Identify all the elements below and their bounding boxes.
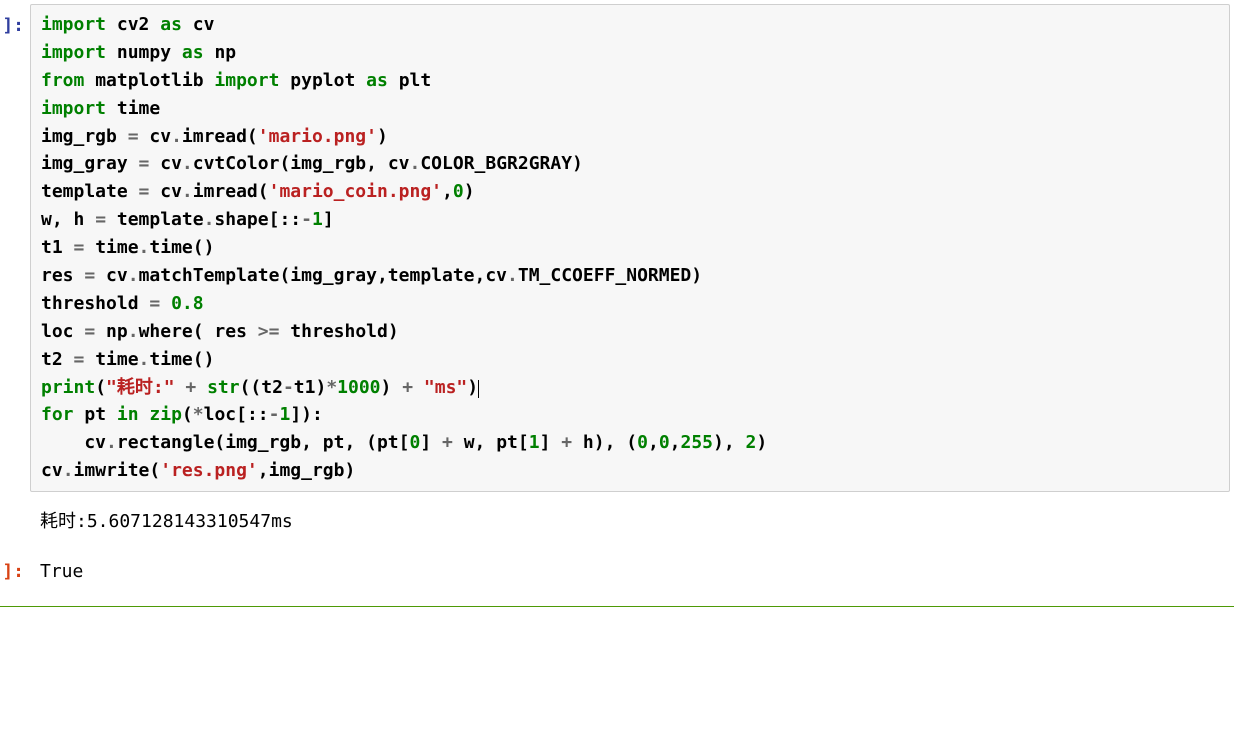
input-prompt: ]: (0, 4, 30, 40)
stdout-output-area: 耗时:5.607128143310547ms (30, 502, 1234, 542)
stdout-prompt-spacer (0, 502, 30, 510)
stdout-text: 耗时:5.607128143310547ms (40, 508, 1224, 536)
code-input-area[interactable]: import cv2 as cv import numpy as np from… (30, 4, 1230, 492)
result-text: True (40, 558, 1224, 586)
text-cursor (478, 380, 479, 398)
input-cell: ]: import cv2 as cv import numpy as np f… (0, 4, 1234, 492)
stdout-cell: 耗时:5.607128143310547ms (0, 502, 1234, 542)
result-output-area: True (30, 556, 1234, 592)
output-cell: ]: True (0, 556, 1234, 592)
code-content[interactable]: import cv2 as cv import numpy as np from… (41, 11, 1219, 485)
cell-divider (0, 606, 1234, 607)
output-prompt: ]: (0, 556, 30, 586)
